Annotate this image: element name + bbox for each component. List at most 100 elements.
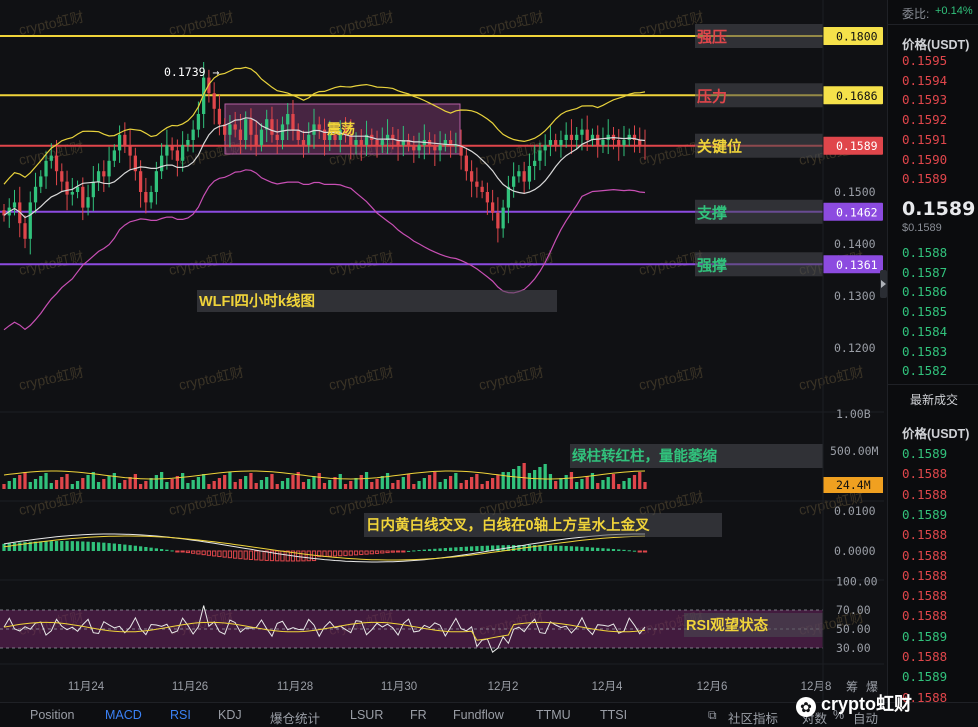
community-indicator-icon[interactable]: ⧉ — [708, 708, 717, 723]
macd-histogram-bar — [201, 550, 206, 556]
volume-bar — [23, 472, 27, 489]
volume-bar — [496, 475, 500, 489]
community-indicator-button[interactable]: 社区指标 — [728, 708, 778, 727]
tab-macd[interactable]: MACD — [105, 708, 142, 722]
macd-histogram-bar — [611, 549, 616, 551]
tab-ttsi[interactable]: TTSI — [600, 708, 627, 722]
volume-bar — [622, 481, 626, 489]
tab-position[interactable]: Position — [30, 708, 74, 722]
tab-fr[interactable]: FR — [410, 708, 427, 722]
macd-histogram-bar — [149, 547, 153, 551]
rsi-tick: 50.00 — [836, 622, 871, 636]
tab-liquidation-stats[interactable]: 爆仓统计 — [270, 708, 320, 727]
watermark-text: crypto虹财 — [17, 249, 85, 278]
macd-histogram-bar — [443, 548, 447, 551]
watermark-text: crypto虹财 — [327, 364, 395, 393]
trade-price: 0.1588 — [902, 588, 948, 604]
tab-fundflow[interactable]: Fundflow — [453, 708, 504, 722]
ask-price[interactable]: 0.1589 — [902, 171, 947, 186]
candle — [585, 129, 589, 140]
macd-histogram-bar — [217, 550, 222, 558]
trade-price: 0.1588 — [902, 486, 948, 502]
candle — [464, 155, 468, 172]
candle — [254, 134, 258, 146]
volume-bar — [217, 478, 222, 489]
volume-bar — [91, 472, 95, 489]
tab-ttmu[interactable]: TTMU — [536, 708, 571, 722]
watermark-text: crypto虹财 — [17, 489, 85, 518]
macd-histogram-bar — [212, 550, 217, 557]
volume-bar — [270, 474, 274, 489]
candle — [144, 192, 148, 203]
bid-price[interactable]: 0.1582 — [902, 363, 947, 378]
bid-price[interactable]: 0.1588 — [902, 245, 947, 260]
volume-bar — [343, 484, 348, 489]
volume-bar — [443, 479, 447, 489]
collapse-arrow-icon[interactable] — [881, 280, 886, 288]
candle — [123, 134, 127, 146]
chart-canvas[interactable]: crypto虹财 crypto虹财 crypto虹财 crypto虹财 crypto虹财… — [0, 0, 884, 702]
candle — [96, 171, 101, 182]
volume-bar — [301, 482, 306, 489]
volume-bar — [128, 477, 132, 489]
candle — [49, 155, 53, 161]
volume-bar — [117, 483, 122, 489]
bid-price[interactable]: 0.1586 — [902, 284, 947, 299]
candle — [91, 181, 95, 198]
tab-lsur[interactable]: LSUR — [350, 708, 383, 722]
macd-histogram-bar — [65, 541, 69, 551]
macd-histogram-bar — [564, 546, 568, 551]
volume-bar — [469, 477, 474, 489]
price-tag: 0.1462 — [836, 205, 878, 219]
chart-area[interactable]: crypto虹财 crypto虹财 crypto虹财 crypto虹财 crypto虹财… — [0, 0, 887, 702]
candle — [102, 171, 106, 177]
ask-price[interactable]: 0.1590 — [902, 152, 947, 167]
macd-histogram-bar — [233, 550, 238, 559]
candle — [54, 155, 59, 172]
candle — [375, 140, 379, 146]
volume-bar — [233, 482, 237, 489]
bid-price[interactable]: 0.1585 — [902, 304, 947, 319]
level-label: 强撑 — [697, 256, 727, 274]
volume-bar — [96, 482, 101, 489]
watermark-text: crypto虹财 — [17, 364, 85, 393]
volume-bar — [485, 481, 490, 489]
candle — [117, 134, 122, 151]
volume-bar — [601, 480, 605, 489]
ask-price[interactable]: 0.1595 — [902, 53, 947, 68]
last-price-usd: $0.1589 — [902, 222, 942, 234]
macd-histogram-bar — [144, 546, 148, 551]
bid-price[interactable]: 0.1583 — [902, 344, 947, 359]
y-tick-label: 0.1300 — [834, 289, 876, 303]
trade-price: 0.1589 — [902, 669, 948, 685]
volume-bar — [249, 473, 253, 489]
volume-bar — [464, 480, 468, 489]
candle — [301, 140, 306, 146]
ask-price[interactable]: 0.1592 — [902, 112, 947, 127]
volume-tick: 1.00B — [836, 407, 871, 421]
candle — [170, 145, 174, 151]
macd-histogram-bar — [401, 550, 406, 553]
volume-tag: 24.4M — [836, 478, 871, 492]
volume-bar — [75, 481, 80, 489]
bid-price[interactable]: 0.1584 — [902, 324, 947, 339]
price-tag: 0.1800 — [836, 30, 878, 44]
macd-histogram-bar — [469, 546, 474, 551]
volume-bar — [569, 472, 574, 489]
macd-histogram-bar — [512, 545, 516, 551]
candle — [149, 192, 153, 203]
tab-kdj[interactable]: KDJ — [218, 708, 242, 722]
candle — [75, 186, 80, 192]
candle — [554, 140, 558, 146]
macd-histogram-bar — [39, 541, 43, 551]
ask-price[interactable]: 0.1594 — [902, 73, 947, 88]
tab-rsi[interactable]: RSI — [170, 708, 191, 722]
ask-price[interactable]: 0.1593 — [902, 92, 947, 107]
volume-bar — [548, 474, 553, 489]
candle — [70, 192, 74, 195]
ask-price[interactable]: 0.1591 — [902, 132, 947, 147]
macd-histogram-bar — [327, 550, 332, 557]
recent-trades-title[interactable]: 最新成交 — [910, 391, 958, 408]
bid-price[interactable]: 0.1587 — [902, 265, 947, 280]
volume-bar — [39, 476, 43, 489]
